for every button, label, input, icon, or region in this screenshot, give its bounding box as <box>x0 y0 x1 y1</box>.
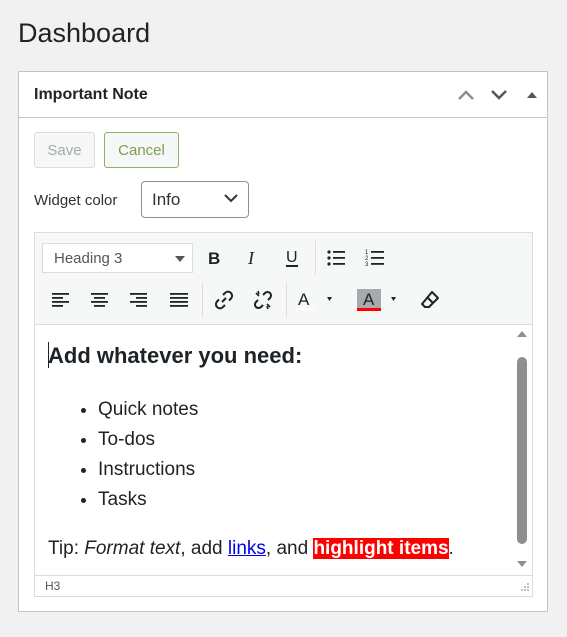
tip-link[interactable]: links <box>228 538 266 559</box>
tip-text: , add <box>180 538 228 559</box>
background-color-button[interactable]: A <box>352 285 402 315</box>
widget-color-label: Widget color <box>34 192 118 209</box>
bold-icon: B <box>208 249 220 267</box>
tip-paragraph: Tip: Format text, add links, and highlig… <box>48 538 454 560</box>
list-item: Instructions <box>98 455 198 485</box>
align-right-button[interactable] <box>124 285 154 315</box>
dropdown-arrow-icon <box>175 256 185 262</box>
list-item: To-dos <box>98 425 198 455</box>
chevron-down-icon <box>491 90 507 100</box>
list-item: Quick notes <box>98 395 198 425</box>
page-title: Dashboard <box>18 18 151 48</box>
scroll-down-icon[interactable] <box>516 559 528 569</box>
rich-text-editor: Heading 3 B I U 123 A A Add whatever you… <box>34 232 533 597</box>
insert-link-button[interactable] <box>209 285 239 315</box>
align-left-icon <box>52 293 69 307</box>
italic-icon: I <box>247 249 255 267</box>
align-center-button[interactable] <box>85 285 115 315</box>
unlink-icon <box>253 290 273 310</box>
cancel-button[interactable]: Cancel <box>104 132 179 168</box>
chevron-up-icon <box>458 90 474 100</box>
tip-italic: Format text <box>84 538 181 559</box>
widget-header: Important Note <box>19 72 547 118</box>
text-color-icon: A <box>296 290 332 310</box>
toggle-panel-button[interactable] <box>519 82 545 108</box>
bullet-list-icon <box>327 250 345 266</box>
format-select-value: Heading 3 <box>54 249 123 267</box>
italic-button[interactable]: I <box>238 243 268 273</box>
move-up-button[interactable] <box>453 82 479 108</box>
tip-text: , and <box>265 538 314 559</box>
justify-icon <box>170 293 188 307</box>
svg-text:A: A <box>363 290 375 309</box>
svg-text:U: U <box>286 249 298 266</box>
editor-toolbar: Heading 3 B I U 123 A A <box>35 233 532 325</box>
numbered-list-button[interactable]: 123 <box>360 243 390 273</box>
editor-content[interactable]: Add whatever you need: Quick notes To-do… <box>35 325 532 575</box>
tip-highlight: highlight items <box>313 538 449 559</box>
justify-button[interactable] <box>164 285 194 315</box>
move-down-button[interactable] <box>486 82 512 108</box>
content-list: Quick notes To-dos Instructions Tasks <box>48 395 198 515</box>
widget-color-value: Info <box>152 189 181 209</box>
unlink-button[interactable] <box>248 285 278 315</box>
text-color-button[interactable]: A <box>293 285 339 315</box>
editor-scrollbar[interactable] <box>512 325 532 575</box>
tip-suffix: . <box>448 538 454 559</box>
triangle-up-icon <box>527 92 537 98</box>
eraser-icon <box>421 291 439 308</box>
toolbar-separator <box>315 241 316 275</box>
toolbar-separator <box>202 283 203 317</box>
list-item: Tasks <box>98 485 198 515</box>
clear-formatting-button[interactable] <box>415 285 445 315</box>
background-color-icon: A <box>357 289 396 311</box>
bullet-list-button[interactable] <box>321 243 351 273</box>
link-icon <box>214 290 234 310</box>
align-center-icon <box>91 293 108 307</box>
underline-button[interactable]: U <box>277 243 307 273</box>
editor-statusbar: H3 <box>35 575 532 596</box>
widget-color-select[interactable]: Info <box>141 181 249 218</box>
svg-text:I: I <box>247 249 255 267</box>
tip-prefix: Tip: <box>48 538 85 559</box>
format-select[interactable]: Heading 3 <box>42 243 193 273</box>
save-button[interactable]: Save <box>34 132 95 168</box>
widget-title: Important Note <box>34 86 148 103</box>
align-left-button[interactable] <box>46 285 76 315</box>
svg-text:B: B <box>208 249 220 267</box>
numbered-list-icon: 123 <box>365 250 384 267</box>
toolbar-separator <box>286 283 287 317</box>
scrollbar-thumb[interactable] <box>517 357 527 544</box>
align-right-icon <box>130 293 147 307</box>
svg-text:3: 3 <box>365 262 369 267</box>
element-path[interactable]: H3 <box>45 579 60 593</box>
resize-handle-icon[interactable] <box>519 583 529 593</box>
bold-button[interactable]: B <box>199 243 229 273</box>
scroll-up-icon[interactable] <box>516 329 528 339</box>
underline-icon: U <box>286 249 298 267</box>
svg-text:A: A <box>298 290 310 309</box>
content-heading: Add whatever you need: <box>48 343 303 368</box>
chevron-down-icon <box>224 194 238 203</box>
important-note-widget: Important Note Save Cancel Widget color … <box>18 71 548 612</box>
